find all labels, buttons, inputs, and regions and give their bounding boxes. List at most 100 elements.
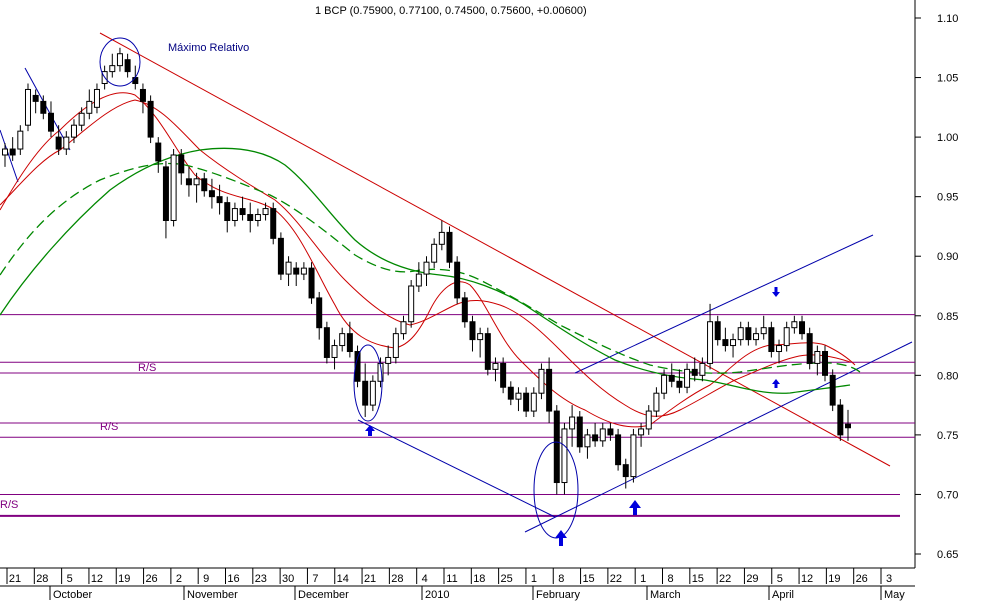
candle-body [446, 231, 453, 263]
stock-chart: 1 BCP (0.75900, 0.77100, 0.74500, 0.7560… [0, 0, 992, 611]
candle-body [93, 88, 100, 108]
candle-body [24, 88, 31, 126]
candle-body [316, 297, 323, 329]
candle-body [308, 267, 315, 299]
x-tick-label: 2 [176, 573, 182, 585]
candle-body [569, 416, 576, 430]
chart-title: 1 BCP (0.75900, 0.77100, 0.74500, 0.7560… [315, 5, 587, 17]
candle-body [9, 148, 16, 156]
x-tick-label: 25 [501, 573, 513, 585]
candle-body [254, 214, 261, 221]
candle-body [124, 59, 131, 73]
candle-body [55, 136, 62, 150]
candle-body [231, 208, 238, 221]
candle-body [239, 208, 246, 216]
candle-body [331, 345, 338, 358]
candle-body [285, 261, 292, 275]
candle-body [385, 356, 392, 364]
x-tick-label: 7 [312, 573, 318, 585]
candle-body [247, 214, 254, 221]
y-tick-label: 0.80 [937, 370, 958, 382]
candle-body [530, 392, 537, 412]
candle-body [431, 243, 438, 263]
candle-body [477, 333, 484, 341]
candle-body [791, 321, 798, 329]
candle-body [469, 321, 476, 341]
candle-body [615, 434, 622, 466]
x-tick-label: 8 [667, 573, 673, 585]
candle-body [277, 237, 284, 275]
candle-body [116, 53, 123, 67]
y-tick-label: 0.90 [937, 251, 958, 263]
candle-body [109, 65, 116, 73]
candle-body [768, 327, 775, 353]
candle-body [492, 362, 499, 370]
x-tick-label: 5 [67, 573, 73, 585]
y-tick-label: 1.10 [937, 13, 958, 25]
candle-body [438, 231, 445, 245]
candle-body [523, 392, 530, 412]
y-tick-label: 0.75 [937, 430, 958, 442]
candle-body [722, 339, 729, 347]
y-tick-label: 1.05 [937, 73, 958, 85]
candle-body [132, 77, 139, 85]
candle-body [538, 368, 545, 394]
candle-body [607, 428, 614, 436]
month-label: May [884, 589, 905, 601]
candle-body [484, 333, 491, 370]
candle-body [730, 339, 737, 347]
candle-body [224, 202, 231, 221]
candle-body [162, 166, 169, 221]
candle-body [139, 88, 146, 102]
candle-body [561, 428, 568, 484]
candle-body [799, 321, 806, 335]
x-tick-label: 19 [828, 573, 840, 585]
month-label: March [650, 589, 681, 601]
y-tick-label: 0.95 [937, 192, 958, 204]
candle-body [208, 190, 215, 198]
month-label: October [53, 589, 92, 601]
candle-body [454, 261, 461, 299]
candle-body [362, 380, 369, 406]
candle-body [155, 142, 162, 162]
rs-label-1: R/S [138, 362, 156, 374]
y-tick-label: 0.70 [937, 489, 958, 501]
x-tick-label: 29 [746, 573, 758, 585]
month-label: December [298, 589, 349, 601]
candle-body [760, 327, 767, 335]
x-tick-label: 21 [9, 573, 21, 585]
candle-body [185, 178, 192, 186]
candle-body [699, 362, 706, 376]
candle-body [707, 321, 714, 364]
x-tick-label: 12 [801, 573, 813, 585]
x-tick-label: 9 [203, 573, 209, 585]
candle-body [339, 333, 346, 347]
x-tick-label: 26 [856, 573, 868, 585]
candle-body [415, 273, 422, 287]
candle-body [576, 416, 583, 448]
candle-body [40, 100, 47, 114]
candle-body [806, 333, 813, 364]
candle-body [147, 100, 154, 138]
candle-body [216, 196, 223, 204]
x-tick-label: 1 [640, 573, 646, 585]
month-label: April [772, 589, 794, 601]
x-tick-label: 11 [446, 573, 457, 585]
candle-body [346, 333, 353, 353]
candle-body [783, 327, 790, 347]
candle-body [178, 154, 185, 174]
candle-body [47, 112, 54, 132]
candle-body [837, 404, 844, 436]
candle-body [599, 428, 606, 442]
candle-body [714, 321, 721, 341]
candle-body [32, 94, 39, 102]
y-tick-label: 0.65 [937, 549, 958, 561]
candle-body [201, 178, 208, 192]
month-label: 2010 [425, 589, 449, 601]
candle-body [584, 434, 591, 448]
candle-body [17, 130, 24, 150]
x-tick-label: 22 [610, 573, 622, 585]
candle-body [193, 178, 200, 186]
x-tick-label: 21 [364, 573, 376, 585]
candle-body [392, 333, 399, 358]
